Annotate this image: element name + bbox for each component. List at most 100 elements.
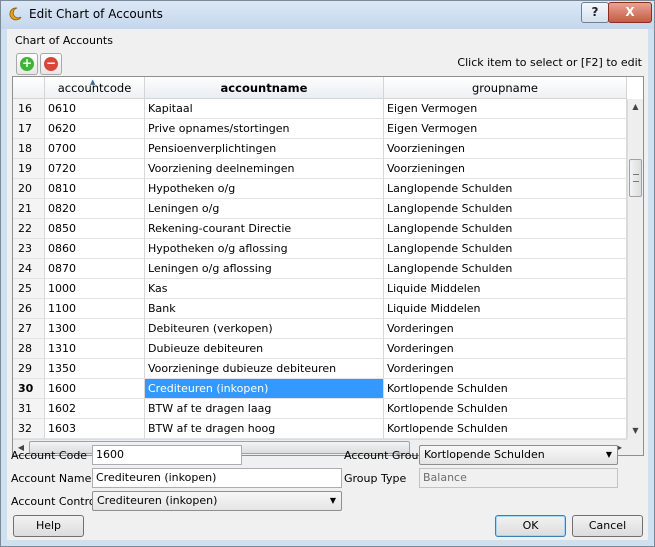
column-header-accountname[interactable]: accountname xyxy=(145,77,384,99)
group-name-cell[interactable]: Langlopende Schulden xyxy=(384,179,627,199)
titlebar-help-button[interactable]: ? xyxy=(581,2,609,23)
account-code-cell[interactable]: 1602 xyxy=(45,399,145,419)
table-row[interactable]: 22 0850 Rekening-courant Directie Langlopen… xyxy=(13,219,627,239)
table-row[interactable]: 25 1000 Kas Liquide Middelen xyxy=(13,279,627,299)
account-code-cell[interactable]: 1000 xyxy=(45,279,145,299)
group-name-cell[interactable]: Langlopende Schulden xyxy=(384,259,627,279)
table-row[interactable]: 32 1603 BTW af te dragen hoog Kortlopende S… xyxy=(13,419,627,439)
scroll-down-arrow-icon[interactable]: ▼ xyxy=(628,423,643,439)
group-name-cell[interactable]: Liquide Middelen xyxy=(384,279,627,299)
group-name-cell[interactable]: Vorderingen xyxy=(384,319,627,339)
table-row[interactable]: 20 0810 Hypotheken o/g Langlopende Schulden xyxy=(13,179,627,199)
account-name-cell[interactable]: Prive opnames/stortingen xyxy=(145,119,384,139)
row-number[interactable]: 24 xyxy=(13,259,45,279)
row-number[interactable]: 20 xyxy=(13,179,45,199)
row-number[interactable]: 19 xyxy=(13,159,45,179)
row-number[interactable]: 31 xyxy=(13,399,45,419)
table-row[interactable]: 21 0820 Leningen o/g Langlopende Schulden xyxy=(13,199,627,219)
group-name-cell[interactable]: Voorzieningen xyxy=(384,159,627,179)
column-header-accountcode[interactable]: ▲ accountcode xyxy=(45,77,145,99)
table-row[interactable]: 24 0870 Leningen o/g aflossing Langlopende … xyxy=(13,259,627,279)
account-name-cell[interactable]: Hypotheken o/g aflossing xyxy=(145,239,384,259)
group-name-cell[interactable]: Vorderingen xyxy=(384,359,627,379)
table-row[interactable]: 28 1310 Dubieuze debiteuren Vorderingen xyxy=(13,339,627,359)
add-account-button[interactable]: + xyxy=(16,53,38,75)
cancel-button[interactable]: Cancel xyxy=(572,515,643,537)
row-number[interactable]: 27 xyxy=(13,319,45,339)
account-code-field[interactable]: 1600 xyxy=(92,445,242,465)
account-code-cell[interactable]: 0870 xyxy=(45,259,145,279)
group-name-cell[interactable]: Liquide Middelen xyxy=(384,299,627,319)
help-button[interactable]: Help xyxy=(13,515,84,537)
table-row[interactable]: 26 1100 Bank Liquide Middelen xyxy=(13,299,627,319)
row-number[interactable]: 18 xyxy=(13,139,45,159)
account-group-dropdown[interactable]: Kortlopende Schulden ▼ xyxy=(419,445,618,465)
row-number[interactable]: 30 xyxy=(13,379,45,399)
vertical-scroll-thumb[interactable] xyxy=(629,159,642,197)
account-control-dropdown[interactable]: Crediteuren (inkopen) ▼ xyxy=(92,491,342,511)
account-code-cell[interactable]: 1100 xyxy=(45,299,145,319)
account-name-cell[interactable]: Debiteuren (verkopen) xyxy=(145,319,384,339)
account-name-cell[interactable]: Pensioenverplichtingen xyxy=(145,139,384,159)
account-name-cell[interactable]: Leningen o/g xyxy=(145,199,384,219)
account-name-cell[interactable]: Dubieuze debiteuren xyxy=(145,339,384,359)
account-name-cell[interactable]: Bank xyxy=(145,299,384,319)
group-name-cell[interactable]: Langlopende Schulden xyxy=(384,219,627,239)
row-header-corner[interactable] xyxy=(13,77,45,99)
account-code-cell[interactable]: 0850 xyxy=(45,219,145,239)
account-code-cell[interactable]: 0700 xyxy=(45,139,145,159)
account-code-cell[interactable]: 0820 xyxy=(45,199,145,219)
table-row[interactable]: 29 1350 Voorzieninge dubieuze debiteuren Vo… xyxy=(13,359,627,379)
row-number[interactable]: 22 xyxy=(13,219,45,239)
row-number[interactable]: 26 xyxy=(13,299,45,319)
account-code-cell[interactable]: 0620 xyxy=(45,119,145,139)
close-button[interactable]: X xyxy=(608,2,652,23)
account-name-cell[interactable]: Leningen o/g aflossing xyxy=(145,259,384,279)
table-row[interactable]: 23 0860 Hypotheken o/g aflossing Langlopend… xyxy=(13,239,627,259)
account-code-cell[interactable]: 1310 xyxy=(45,339,145,359)
remove-account-button[interactable]: − xyxy=(40,53,62,75)
row-number[interactable]: 28 xyxy=(13,339,45,359)
account-name-cell[interactable]: Crediteuren (inkopen) xyxy=(145,379,384,399)
account-code-cell[interactable]: 1350 xyxy=(45,359,145,379)
account-code-cell[interactable]: 1300 xyxy=(45,319,145,339)
account-code-cell[interactable]: 0610 xyxy=(45,99,145,119)
group-name-cell[interactable]: Kortlopende Schulden xyxy=(384,399,627,419)
account-code-cell[interactable]: 1603 xyxy=(45,419,145,439)
table-row[interactable]: 18 0700 Pensioenverplichtingen Voorzieninge… xyxy=(13,139,627,159)
row-number[interactable]: 32 xyxy=(13,419,45,439)
group-name-cell[interactable]: Kortlopende Schulden xyxy=(384,379,627,399)
row-number[interactable]: 21 xyxy=(13,199,45,219)
accounts-table[interactable]: ▲ accountcode accountname groupname 16 06… xyxy=(12,76,644,456)
title-bar[interactable]: Edit Chart of Accounts ? X xyxy=(1,1,654,29)
column-header-groupname[interactable]: groupname xyxy=(384,77,627,99)
account-name-cell[interactable]: Rekening-courant Directie xyxy=(145,219,384,239)
row-number[interactable]: 17 xyxy=(13,119,45,139)
account-name-cell[interactable]: BTW af te dragen hoog xyxy=(145,419,384,439)
account-name-field[interactable]: Crediteuren (inkopen) xyxy=(92,468,342,488)
account-name-cell[interactable]: Voorzieninge dubieuze debiteuren xyxy=(145,359,384,379)
group-name-cell[interactable]: Langlopende Schulden xyxy=(384,199,627,219)
row-number[interactable]: 29 xyxy=(13,359,45,379)
group-name-cell[interactable]: Voorzieningen xyxy=(384,139,627,159)
table-row[interactable]: 31 1602 BTW af te dragen laag Kortlopende S… xyxy=(13,399,627,419)
table-row[interactable]: 17 0620 Prive opnames/stortingen Eigen Verm… xyxy=(13,119,627,139)
account-name-cell[interactable]: Kapitaal xyxy=(145,99,384,119)
table-row[interactable]: 27 1300 Debiteuren (verkopen) Vorderingen xyxy=(13,319,627,339)
table-row[interactable]: 19 0720 Voorziening deelnemingen Voorzienin… xyxy=(13,159,627,179)
vertical-scrollbar[interactable]: ▲ ▼ xyxy=(627,99,643,439)
group-name-cell[interactable]: Eigen Vermogen xyxy=(384,119,627,139)
account-code-cell[interactable]: 1600 xyxy=(45,379,145,399)
account-name-cell[interactable]: Kas xyxy=(145,279,384,299)
table-row[interactable]: 30 1600 Crediteuren (inkopen) Kortlopende S… xyxy=(13,379,627,399)
group-name-cell[interactable]: Kortlopende Schulden xyxy=(384,419,627,439)
account-name-cell[interactable]: Hypotheken o/g xyxy=(145,179,384,199)
group-name-cell[interactable]: Vorderingen xyxy=(384,339,627,359)
account-code-cell[interactable]: 0720 xyxy=(45,159,145,179)
group-name-cell[interactable]: Langlopende Schulden xyxy=(384,239,627,259)
row-number[interactable]: 23 xyxy=(13,239,45,259)
account-code-cell[interactable]: 0810 xyxy=(45,179,145,199)
account-name-cell[interactable]: Voorziening deelnemingen xyxy=(145,159,384,179)
account-name-cell[interactable]: BTW af te dragen laag xyxy=(145,399,384,419)
table-row[interactable]: 16 0610 Kapitaal Eigen Vermogen xyxy=(13,99,627,119)
